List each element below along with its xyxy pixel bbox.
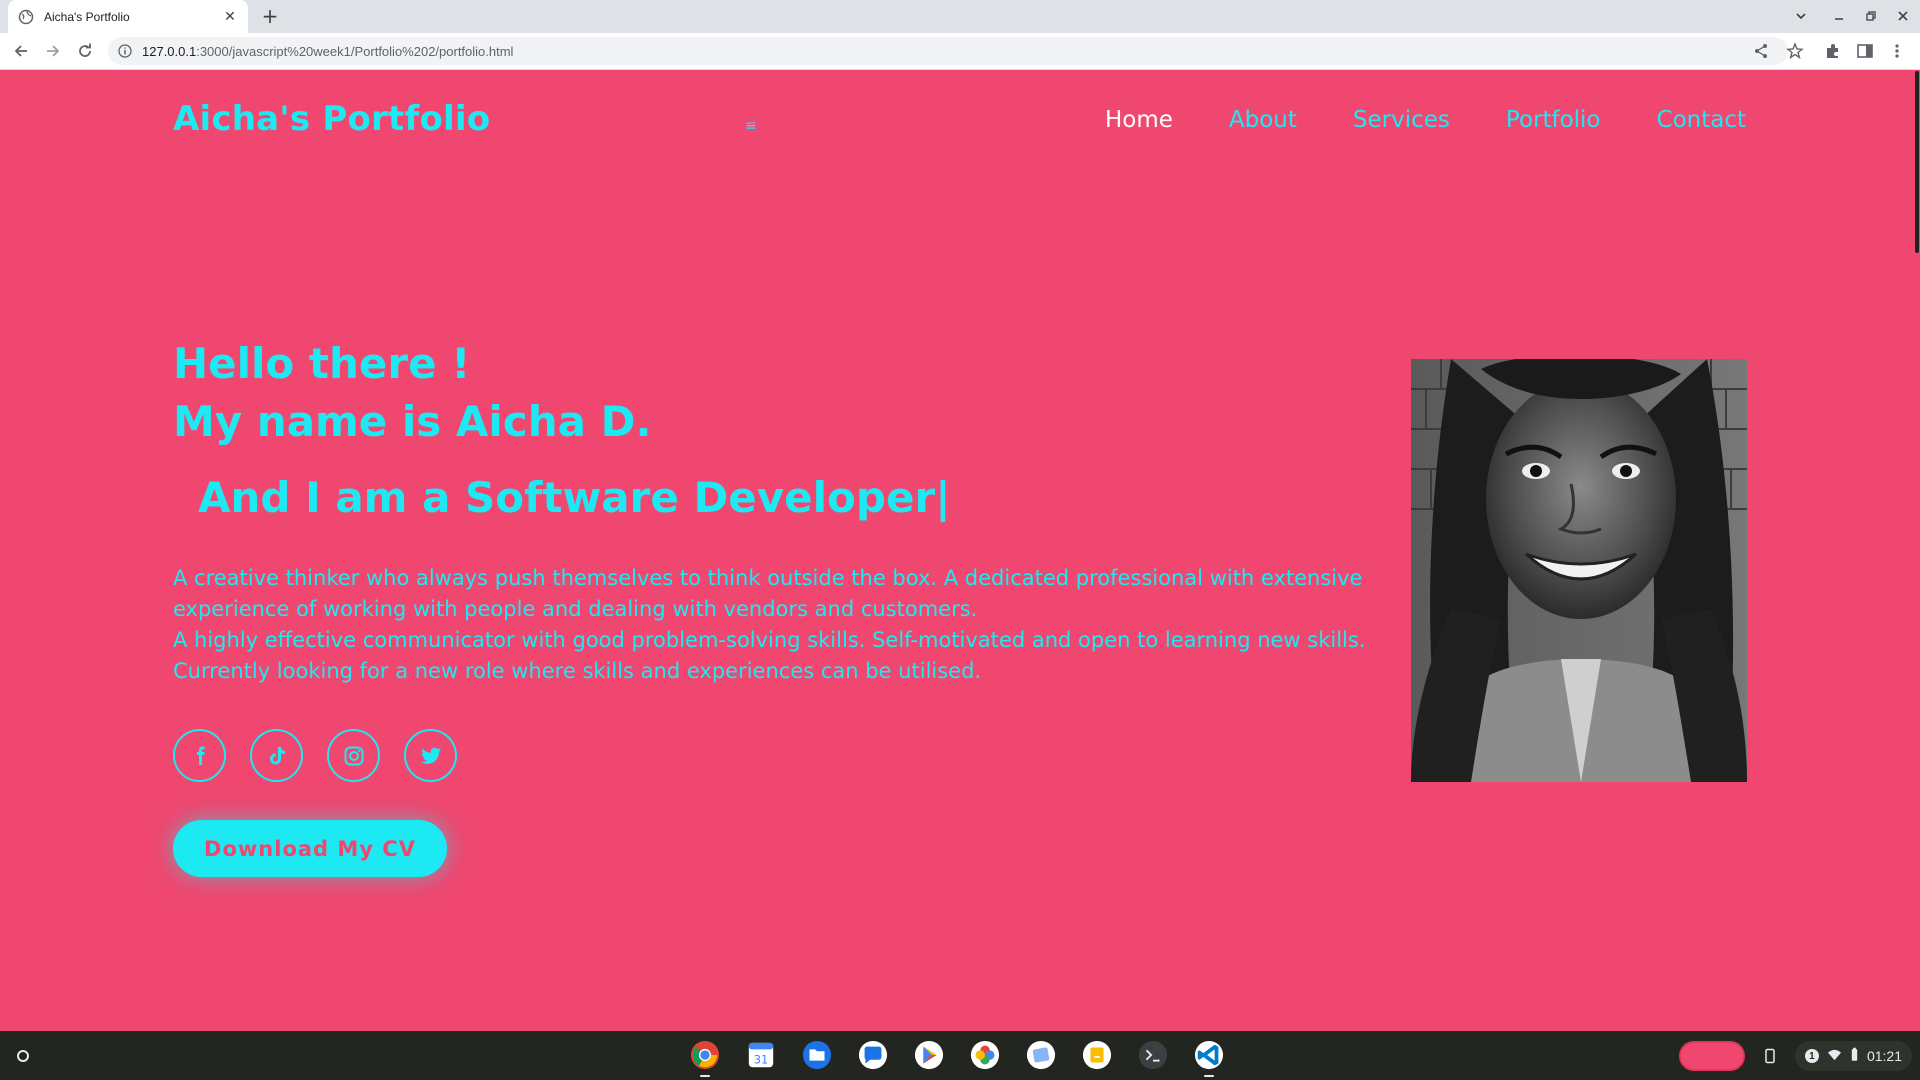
running-indicator <box>1204 1075 1214 1077</box>
page-scrollbar[interactable] <box>1914 71 1920 1031</box>
clock: 01:21 <box>1866 1048 1902 1064</box>
site-logo[interactable]: Aicha's Portfolio <box>173 99 490 139</box>
profile-photo <box>1411 359 1747 782</box>
launcher-icon <box>17 1050 29 1062</box>
vscode-icon[interactable] <box>1193 1039 1225 1077</box>
new-tab-button[interactable]: + <box>258 4 282 28</box>
status-area[interactable]: 1 01:21 <box>1794 1041 1912 1071</box>
photos-icon[interactable] <box>969 1039 1001 1071</box>
extensions-icon[interactable] <box>1824 42 1842 60</box>
globe-icon <box>18 9 34 25</box>
url-path: :3000/javascript%20week1/Portfolio%202/p… <box>196 43 514 59</box>
greeting-heading: Hello there ! My name is Aicha D. <box>173 335 651 451</box>
forward-icon[interactable] <box>42 40 64 62</box>
twitter-icon[interactable] <box>404 729 457 782</box>
terminal-icon[interactable] <box>1137 1039 1169 1071</box>
files-icon[interactable] <box>801 1039 833 1071</box>
nav-about[interactable]: About <box>1229 107 1297 133</box>
wifi-icon <box>1827 1047 1842 1065</box>
restore-icon[interactable] <box>1860 5 1882 27</box>
url-host: 127.0.0.1 <box>142 43 197 59</box>
nav-portfolio[interactable]: Portfolio <box>1506 107 1601 133</box>
play-store-icon[interactable] <box>913 1039 945 1071</box>
browser-tab[interactable]: Aicha's Portfolio ✕ <box>8 0 248 33</box>
facebook-icon[interactable] <box>173 729 226 782</box>
typing-cursor: | <box>935 473 951 522</box>
reload-icon[interactable] <box>74 40 96 62</box>
tab-strip: Aicha's Portfolio ✕ + <box>0 0 1920 33</box>
tiktok-icon[interactable] <box>250 729 303 782</box>
bio-text: A creative thinker who always push thems… <box>173 563 1373 687</box>
greeting-line-1: Hello there ! <box>173 339 471 388</box>
tab-search-icon[interactable] <box>1790 5 1812 27</box>
download-cv-button[interactable]: Download My CV <box>173 820 447 877</box>
phone-hub-icon[interactable] <box>1755 1041 1785 1071</box>
share-icon[interactable] <box>1753 43 1769 59</box>
address-bar[interactable]: 127.0.0.1:3000/javascript%20week1/Portfo… <box>108 37 1788 65</box>
nav-home[interactable]: Home <box>1105 107 1173 133</box>
running-indicator <box>700 1075 710 1077</box>
side-panel-icon[interactable] <box>1856 42 1874 60</box>
svg-text:31: 31 <box>754 1053 768 1066</box>
keep-icon[interactable] <box>1081 1039 1113 1071</box>
nav-contact[interactable]: Contact <box>1657 107 1746 133</box>
bio-paragraph-1: A creative thinker who always push thems… <box>173 566 1363 621</box>
social-links <box>173 729 457 782</box>
instagram-icon[interactable] <box>327 729 380 782</box>
calendar-icon[interactable]: 31 <box>745 1039 777 1071</box>
close-tab-icon[interactable]: ✕ <box>222 9 238 25</box>
url-text: 127.0.0.1:3000/javascript%20week1/Portfo… <box>142 44 513 59</box>
scrollbar-thumb[interactable] <box>1915 71 1919 253</box>
messages-icon[interactable] <box>857 1039 889 1071</box>
chrome-icon[interactable] <box>689 1039 721 1077</box>
system-tray: 1 01:21 <box>1678 1039 1912 1073</box>
greeting-line-2: My name is Aicha D. <box>173 397 652 446</box>
nav-services[interactable]: Services <box>1353 107 1450 133</box>
launcher-button[interactable] <box>10 1043 36 1069</box>
main-nav: Home About Services Portfolio Contact <box>1105 107 1746 133</box>
site-info-icon[interactable] <box>118 44 132 58</box>
browser-toolbar: 127.0.0.1:3000/javascript%20week1/Portfo… <box>0 33 1920 70</box>
pinned-apps: 31 <box>689 1039 1225 1077</box>
tab-title: Aicha's Portfolio <box>44 9 130 24</box>
os-shelf: 31 1 01:21 <box>0 1031 1920 1080</box>
bookmark-star-icon[interactable] <box>1786 42 1804 60</box>
portfolio-page: Aicha's Portfolio ≡ Home About Services … <box>0 71 1914 1031</box>
tray-app-indicator[interactable] <box>1678 1041 1745 1071</box>
minimize-icon[interactable] <box>1828 5 1850 27</box>
hamburger-menu-icon[interactable]: ≡ <box>745 118 757 134</box>
battery-icon <box>1850 1047 1859 1065</box>
close-window-icon[interactable] <box>1892 5 1914 27</box>
bio-paragraph-2: A highly effective communicator with goo… <box>173 628 1366 683</box>
gallery-icon[interactable] <box>1025 1039 1057 1071</box>
typed-text: And I am a Software Developer <box>198 473 936 522</box>
kebab-menu-icon[interactable] <box>1888 42 1906 60</box>
notification-count: 1 <box>1804 1049 1819 1063</box>
back-icon[interactable] <box>10 40 32 62</box>
typed-heading: And I am a Software Developer| <box>198 473 951 522</box>
